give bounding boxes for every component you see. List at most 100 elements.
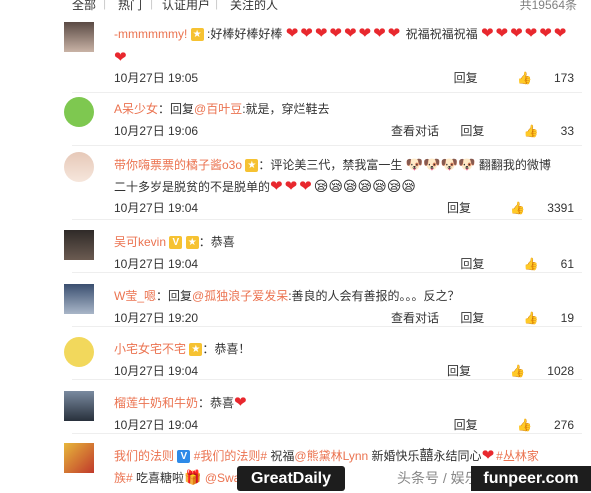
- comment-total: 共19564条: [519, 0, 577, 12]
- avatar[interactable]: [64, 337, 94, 367]
- timestamp: 10月27日 19:05: [114, 71, 199, 85]
- like-count: 61: [560, 257, 574, 271]
- tab-all[interactable]: 全部: [72, 0, 96, 12]
- heart-icons: ❤❤❤: [270, 178, 314, 195]
- hashtag-link[interactable]: #我们的法则#: [194, 449, 267, 463]
- watermark-left: GreatDaily: [237, 466, 345, 491]
- tab-verified[interactable]: 认证用户: [162, 0, 210, 12]
- thumbs-up-icon: 👍: [510, 201, 526, 215]
- comment-actions: 回复 👍 3391: [429, 199, 574, 216]
- comment-item: A呆少女：回复@百叶豆:就是，穿烂鞋去 10月27日 19:06 查看对话 回复…: [64, 97, 582, 146]
- username[interactable]: 吴可kevin: [114, 235, 166, 249]
- comment-text: A呆少女：回复@百叶豆:就是，穿烂鞋去: [114, 102, 330, 116]
- thumbs-up-icon: 👍: [517, 71, 532, 85]
- comment-text: -mmmmmmy! ★ :好棒好棒好棒 ❤❤❤❤❤❤❤❤ 祝福祝福祝福 ❤❤❤❤…: [114, 25, 569, 66]
- like-count: 19: [560, 311, 574, 325]
- thumbs-up-icon: 👍: [510, 364, 526, 378]
- watermark-right: funpeer.com: [471, 466, 591, 491]
- watermark-bar: GreatDaily 头条号 / 娱乐小喇叭 funpeer.com: [237, 466, 591, 493]
- reply-button[interactable]: 回复: [460, 257, 484, 271]
- verified-icon: ★: [189, 343, 203, 357]
- divider: |: [150, 0, 154, 10]
- comment-actions: 查看对话 回复 👍 19: [373, 309, 574, 326]
- vip-icon: ★: [185, 236, 199, 250]
- reply-button[interactable]: 回复: [447, 201, 471, 215]
- tab-hot[interactable]: 热门: [118, 0, 142, 12]
- reply-button[interactable]: 回复: [454, 71, 478, 85]
- avatar[interactable]: [64, 152, 94, 182]
- divider: |: [215, 0, 219, 10]
- mention-link[interactable]: @熊黛林Lynn: [294, 449, 368, 463]
- divider: |: [103, 0, 107, 10]
- timestamp: 10月27日 19:04: [114, 257, 199, 271]
- username[interactable]: A呆少女: [114, 102, 158, 116]
- mention-link[interactable]: @孤独浪子爱发呆: [192, 289, 288, 303]
- reply-button[interactable]: 回复: [460, 124, 484, 138]
- username[interactable]: 我们的法则: [114, 449, 174, 463]
- double-happiness-icon: 囍: [419, 447, 434, 463]
- timestamp: 10月27日 19:06: [114, 124, 199, 138]
- avatar[interactable]: [64, 97, 94, 127]
- username[interactable]: 小宅女宅不宅: [114, 342, 186, 356]
- comment-item: 榴莲牛奶和牛奶：恭喜❤ 10月27日 19:04 回复 👍 276: [64, 391, 582, 434]
- comment-text: W莹_嗯：回复@孤独浪子爱发呆:善良的人会有善报的。。。反之？: [114, 289, 460, 303]
- timestamp: 10月27日 19:20: [114, 311, 199, 325]
- view-conversation-button[interactable]: 查看对话: [391, 124, 439, 138]
- heart-icon: ❤: [234, 394, 249, 411]
- comment-actions: 回复 👍 1028: [429, 362, 574, 379]
- comment-item: 吴可kevin V ★ ：恭喜 10月27日 19:04 回复 👍 61: [64, 230, 582, 273]
- doge-icon: 🐶🐶🐶🐶: [405, 156, 476, 172]
- username[interactable]: W莹_嗯: [114, 289, 156, 303]
- avatar[interactable]: [64, 284, 94, 314]
- comment-text: 榴莲牛奶和牛奶：恭喜❤: [114, 394, 249, 411]
- timestamp: 10月27日 19:04: [114, 364, 199, 378]
- verified-icon: V: [177, 450, 191, 464]
- filter-tabs: 全部 | 热门 | 认证用户 | 关注的人 共19564条: [0, 0, 591, 12]
- timestamp: 10月27日 19:04: [114, 201, 199, 215]
- like-count: 276: [553, 418, 574, 432]
- avatar[interactable]: [64, 443, 94, 473]
- like-button[interactable]: 👍 173: [499, 71, 574, 85]
- verified-icon: ★: [190, 28, 204, 42]
- username[interactable]: 榴莲牛奶和牛奶: [114, 396, 198, 410]
- hashtag-link[interactable]: #丛林家: [496, 449, 539, 463]
- tab-following[interactable]: 关注的人: [230, 0, 278, 12]
- like-button[interactable]: 👍 1028: [492, 364, 574, 378]
- comment-text-line2: 二十多岁是脱贫的不是脱单的❤❤❤😪😪😪😪😪😪😪: [114, 178, 416, 195]
- like-button[interactable]: 👍 61: [506, 257, 574, 271]
- verified-icon: ★: [245, 159, 259, 173]
- like-button[interactable]: 👍 3391: [492, 201, 574, 215]
- comment-actions: 回复 👍 61: [442, 255, 574, 272]
- username[interactable]: 带你嗨票票的橘子酱o3o: [114, 158, 242, 172]
- thumbs-up-icon: 👍: [523, 257, 539, 271]
- thumbs-up-icon: 👍: [523, 124, 539, 138]
- thumbs-up-icon: 👍: [523, 311, 539, 325]
- reply-button[interactable]: 回复: [454, 418, 478, 432]
- avatar[interactable]: [64, 230, 94, 260]
- like-count: 33: [560, 124, 574, 138]
- reply-button[interactable]: 回复: [460, 311, 484, 325]
- comment-item: W莹_嗯：回复@孤独浪子爱发呆:善良的人会有善报的。。。反之？ 10月27日 1…: [64, 284, 582, 327]
- view-conversation-button[interactable]: 查看对话: [391, 311, 439, 325]
- like-count: 173: [553, 71, 574, 85]
- avatar[interactable]: [64, 391, 94, 421]
- like-button[interactable]: 👍 19: [506, 311, 574, 325]
- like-button[interactable]: 👍 276: [499, 418, 574, 432]
- heart-icons: ❤❤❤❤❤❤❤❤: [285, 25, 403, 42]
- comment-item: -mmmmmmy! ★ :好棒好棒好棒 ❤❤❤❤❤❤❤❤ 祝福祝福祝福 ❤❤❤❤…: [64, 22, 582, 93]
- heart-icon: ❤: [481, 447, 497, 464]
- like-count: 1028: [547, 364, 574, 378]
- comment-actions: 回复 👍 173: [436, 69, 574, 86]
- reply-button[interactable]: 回复: [447, 364, 471, 378]
- mention-link[interactable]: @百叶豆: [194, 102, 242, 116]
- verified-icon: V: [169, 236, 183, 250]
- comment-item: 小宅女宅不宅 ★ ：恭喜！ 10月27日 19:04 回复 👍 1028: [64, 337, 582, 380]
- thumbs-up-icon: 👍: [517, 418, 532, 432]
- like-button[interactable]: 👍 33: [506, 124, 574, 138]
- like-count: 3391: [547, 201, 574, 215]
- comment-text: 小宅女宅不宅 ★ ：恭喜！: [114, 342, 251, 357]
- avatar[interactable]: [64, 22, 94, 52]
- username[interactable]: -mmmmmmy!: [114, 27, 187, 41]
- comment-item: 带你嗨票票的橘子酱o3o ★ ：评论美三代，禁我富一生 🐶🐶🐶🐶 翻翻我的微博 二…: [64, 152, 582, 220]
- timestamp: 10月27日 19:04: [114, 418, 199, 432]
